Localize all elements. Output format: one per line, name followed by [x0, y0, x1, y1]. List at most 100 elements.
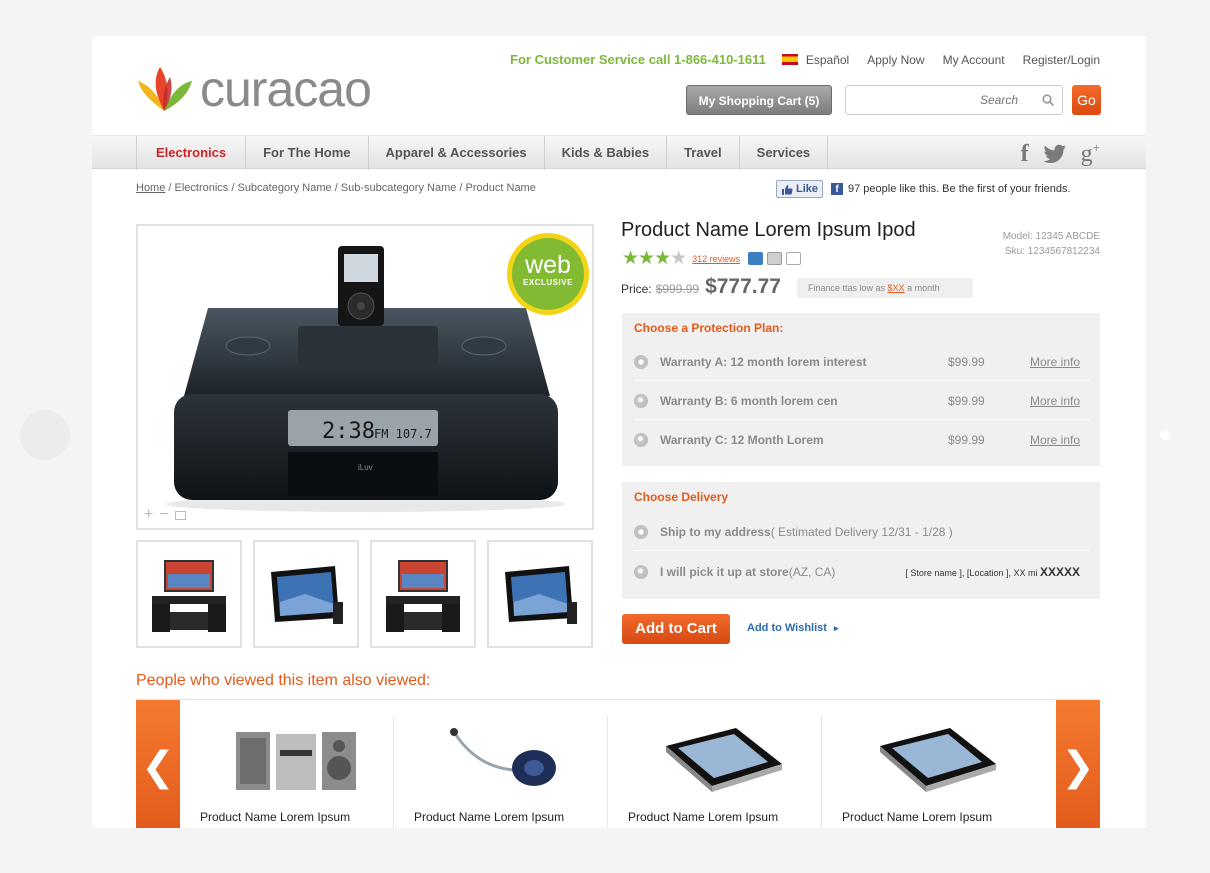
carousel-prev-button[interactable]: ❮	[136, 700, 180, 828]
decorative-dot	[1160, 430, 1170, 440]
thumbnail-3[interactable]	[370, 540, 476, 648]
google-plus-icon[interactable]: g+	[1081, 140, 1100, 168]
nav-item-travel[interactable]: Travel	[666, 136, 739, 170]
thumbnail-2[interactable]	[253, 540, 359, 648]
carousel-next-button[interactable]: ❯	[1056, 700, 1100, 828]
delivery-option-ship[interactable]: Ship to my address ( Estimated Delivery …	[634, 513, 1090, 551]
radio-button[interactable]	[634, 565, 648, 579]
language-link[interactable]: Español	[781, 53, 849, 67]
old-price: $999.99	[655, 282, 700, 296]
product-sku: Sku: 1234567812234	[1004, 246, 1100, 257]
curacao-logo[interactable]: curacao	[136, 61, 372, 117]
carousel-item-name: Product Name Lorem Ipsum	[628, 810, 779, 824]
warranty-price: $99.99	[948, 393, 985, 408]
reviews-link[interactable]: 312 reviews	[692, 254, 740, 264]
carousel-item[interactable]: Product Name Lorem Ipsum	[180, 716, 394, 828]
warranty-option[interactable]: Warranty C: 12 Month Lorem $99.99 More i…	[634, 421, 1090, 459]
facebook-icon[interactable]: f	[1021, 141, 1029, 168]
share-icons	[748, 252, 802, 265]
dock-display-time: 2:38	[322, 419, 375, 444]
ship-label: Ship to my address	[660, 524, 771, 539]
facebook-like-box: Like f 97 people like this. Be the first…	[776, 180, 1071, 198]
also-viewed-heading: People who viewed this item also viewed:	[136, 672, 431, 689]
product-page: curacao For Customer Service call 1-866-…	[92, 36, 1146, 828]
pickup-label: I will pick it up at store	[660, 565, 789, 579]
chevron-right-icon: ▸	[834, 623, 839, 633]
star-rating-icon: ★★★★	[622, 248, 687, 269]
nav-item-kids-babies[interactable]: Kids & Babies	[543, 136, 666, 170]
tv-stand-thumbnail	[386, 560, 460, 632]
protection-plan-heading: Choose a Protection Plan:	[634, 321, 784, 335]
finance-amount-link[interactable]: $XX	[888, 283, 905, 293]
logo-text: curacao	[200, 61, 372, 117]
warranty-option[interactable]: Warranty B: 6 month lorem cen $99.99 Mor…	[634, 382, 1090, 420]
protection-plan-panel: Choose a Protection Plan: Warranty A: 12…	[622, 313, 1100, 466]
my-account-link[interactable]: My Account	[943, 53, 1005, 67]
radio-button[interactable]	[634, 354, 648, 369]
google-plus-sup: +	[1092, 140, 1100, 155]
ship-estimate: ( Estimated Delivery 12/31 - 1/28 )	[770, 524, 953, 539]
warranty-option[interactable]: Warranty A: 12 month lorem interest $99.…	[634, 343, 1090, 381]
search-input[interactable]	[846, 86, 1026, 114]
zoom-out-icon[interactable]: −	[159, 506, 168, 524]
nav-item-services[interactable]: Services	[738, 136, 829, 170]
web-exclusive-badge: web EXCLUSIVE	[507, 233, 589, 315]
delivery-option-pickup[interactable]: I will pick it up at store (AZ, CA) [ St…	[634, 553, 1090, 591]
twitter-icon[interactable]	[1043, 144, 1067, 164]
apply-now-link[interactable]: Apply Now	[867, 53, 924, 67]
nav-item-for-the-home[interactable]: For The Home	[245, 136, 367, 170]
more-info-link[interactable]: More info	[1030, 394, 1080, 408]
register-login-link[interactable]: Register/Login	[1023, 53, 1100, 67]
like-label: Like	[796, 183, 819, 195]
add-share-icon[interactable]	[767, 252, 783, 265]
thumbnail-4[interactable]	[487, 540, 593, 648]
wishlist-label: Add to Wishlist	[747, 622, 827, 634]
store-details: [ Store name ], [Location ], XX mi	[905, 568, 1040, 578]
radio-button[interactable]	[634, 393, 648, 408]
email-share-icon[interactable]	[786, 252, 802, 265]
category-nav: Electronics For The Home Apparel & Acces…	[136, 136, 829, 170]
carousel-item[interactable]: Product Name Lorem Ipsum	[608, 716, 822, 828]
smartphone-image	[666, 728, 782, 792]
sale-price: $777.77	[705, 275, 781, 298]
fullscreen-icon[interactable]	[174, 510, 186, 520]
pickup-state: (AZ, CA)	[788, 565, 836, 579]
finance-suffix: a month	[904, 283, 940, 293]
search-icon[interactable]	[1042, 94, 1054, 106]
more-info-link[interactable]: More info	[1030, 433, 1080, 447]
price-label: Price:	[621, 282, 652, 296]
nav-item-electronics[interactable]: Electronics	[136, 136, 245, 170]
search-go-button[interactable]: Go	[1072, 85, 1101, 115]
spain-flag-icon	[781, 54, 798, 65]
radio-button[interactable]	[634, 433, 648, 447]
dock-brand-label: iLuv	[358, 463, 373, 472]
breadcrumb-home-link[interactable]: Home	[136, 182, 165, 194]
breadcrumb-path: / Electronics / Subcategory Name / Sub-s…	[165, 182, 536, 194]
thumbnail-1[interactable]	[136, 540, 242, 648]
like-count-text: 97 people like this. Be the first of you…	[848, 183, 1071, 195]
warranty-label: Warranty C: 12 Month Lorem	[660, 433, 824, 447]
carousel-item[interactable]: Product Name Lorem Ipsum	[822, 716, 1036, 828]
headset-image	[450, 728, 556, 786]
badge-web-label: web	[525, 251, 571, 279]
shopping-cart-button[interactable]: My Shopping Cart (5)	[686, 85, 832, 115]
warranty-label: Warranty B: 6 month lorem cen	[660, 393, 838, 408]
carousel-item[interactable]: Product Name Lorem Ipsum	[394, 716, 608, 828]
delivery-panel: Choose Delivery Ship to my address ( Est…	[622, 482, 1100, 599]
add-to-wishlist-link[interactable]: Add to Wishlist ▸	[747, 622, 839, 634]
facebook-like-button[interactable]: Like	[776, 180, 824, 198]
image-zoom-controls: + −	[144, 506, 186, 524]
product-title: Product Name Lorem Ipsum Ipod	[621, 219, 916, 241]
radio-button[interactable]	[634, 524, 648, 539]
product-model: Model: 12345 ABCDE	[1002, 231, 1100, 242]
add-to-cart-button[interactable]: Add to Cart	[622, 614, 730, 644]
twitter-share-icon[interactable]	[748, 252, 764, 265]
product-rating: ★★★★ 312 reviews	[622, 247, 802, 270]
more-info-link[interactable]: More info	[1030, 355, 1080, 369]
delivery-heading: Choose Delivery	[634, 490, 729, 504]
zoom-in-icon[interactable]: +	[144, 506, 153, 524]
nav-item-apparel[interactable]: Apparel & Accessories	[367, 136, 544, 170]
also-viewed-carousel: ❮ Product Name Lorem Ipsum Product Name …	[136, 699, 1100, 828]
warranty-label: Warranty A: 12 month lorem interest	[660, 354, 867, 369]
thumbs-up-icon	[782, 184, 793, 195]
